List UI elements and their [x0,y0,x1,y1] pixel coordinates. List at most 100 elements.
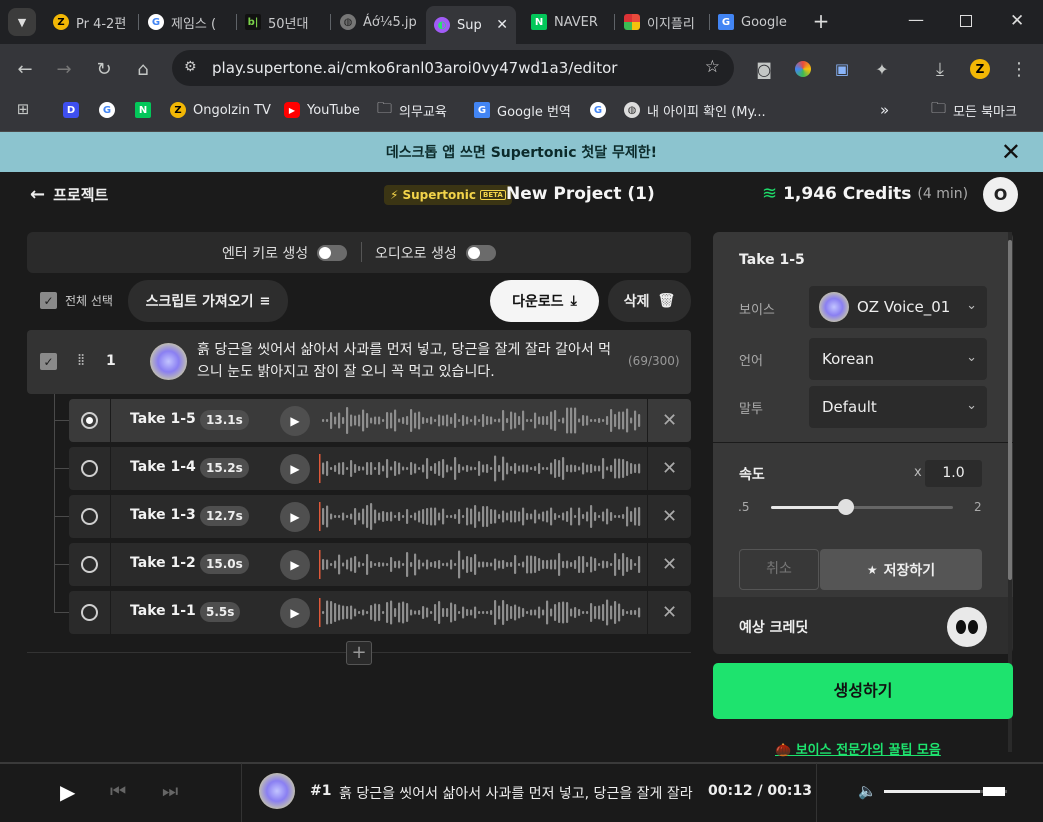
reload-icon[interactable]: ↻ [92,57,116,81]
add-take-button[interactable]: + [346,641,372,665]
take-play-button[interactable]: ▶ [280,550,310,580]
profile-zeta-icon[interactable]: Z [968,57,992,81]
bookmark-item[interactable]: 🗀 의무교육 [377,99,447,120]
take-row[interactable]: Take 1-3 12.7s ▶ ✕ [69,495,691,538]
import-script-button[interactable]: 스크립트 가져오기 ≡ [128,280,288,322]
bookmark-item[interactable]: Z Ongolzin TV [170,100,271,120]
promo-banner[interactable]: 데스크톱 앱 쓰면 Supertonic 첫달 무제한! ✕ [0,132,1043,172]
take-play-button[interactable]: ▶ [280,502,310,532]
new-tab-button[interactable]: + [810,10,832,32]
all-bookmarks[interactable]: 🗀 모든 북마크 [931,99,1017,120]
bookmarks-overflow-icon[interactable]: » [880,100,889,120]
play-icon[interactable]: ▶ [60,780,75,804]
take-radio[interactable] [81,460,98,477]
tips-link[interactable]: 🌰 보이스 전문가의 꿀팁 모음 [775,739,941,758]
take-row[interactable]: Take 1-1 5.5s ▶ ✕ [69,591,691,634]
script-text[interactable]: 흙 당근을 씻어서 삶아서 사과를 먼저 넣고, 당근을 잘게 잘라 갈아서 먹… [197,339,621,383]
take-radio[interactable] [81,412,98,429]
download-icon[interactable]: ⤓ [928,57,952,81]
take-play-button[interactable]: ▶ [280,406,310,436]
maximize-icon[interactable] [960,15,972,27]
remove-take-icon[interactable]: ✕ [647,591,691,634]
apps-grid-icon[interactable]: ⊞ [11,97,35,121]
close-tab-icon[interactable]: ✕ [496,17,508,33]
home-icon[interactable]: ⌂ [131,57,155,81]
back-to-projects[interactable]: ← 프로젝트 [30,184,108,205]
remove-take-icon[interactable]: ✕ [647,399,691,442]
take-waveform[interactable] [319,596,645,629]
generate-button[interactable]: 생성하기 [713,663,1013,719]
bookmark-star-icon[interactable]: ☆ [705,57,720,77]
browser-tab[interactable]: G 제임스 ( [148,8,228,36]
take-waveform[interactable] [319,548,645,581]
volume-slider[interactable] [884,787,1007,796]
browser-tab[interactable]: Z Pr 4-2편 [53,8,131,36]
select-all[interactable]: ✓ 전체 선택 [40,292,113,309]
remove-take-icon[interactable]: ✕ [647,447,691,490]
more-menu-icon[interactable]: ⋮ [1007,57,1031,81]
take-row[interactable]: Take 1-2 15.0s ▶ ✕ [69,543,691,586]
enter-generate-toggle[interactable] [317,245,348,261]
take-waveform[interactable] [319,500,645,533]
bookmark-item[interactable]: D [63,100,79,120]
volume-slider-thumb[interactable] [982,787,1005,796]
speed-slider-thumb[interactable] [837,499,854,515]
tab-search-button[interactable]: ▼ [8,8,36,36]
take-waveform[interactable] [319,404,645,437]
voice-select[interactable]: OZ Voice_01 ⌄ [809,286,987,328]
browser-tab[interactable]: G Google [718,8,800,36]
bookmark-item[interactable]: G [99,100,115,120]
volume-icon[interactable]: 🔈 [858,782,877,800]
browser-tab[interactable]: b| 50년대 [245,8,323,36]
browser-tab[interactable]: ◍ Áớ¼5.jp [340,8,418,36]
tone-select[interactable]: Default ⌄ [809,386,987,428]
bookmark-item[interactable]: N [135,100,151,120]
audio-generate-toggle[interactable] [465,245,496,261]
voice-avatar[interactable] [150,343,187,380]
take-play-button[interactable]: ▶ [280,454,310,484]
bookmark-item[interactable]: G [590,100,606,120]
take-row[interactable]: Take 1-5 13.1s ▶ ✕ [69,399,691,442]
save-button[interactable]: ★ 저장하기 [820,549,982,590]
close-window-icon[interactable]: ✕ [1010,11,1024,31]
close-banner-icon[interactable]: ✕ [1001,138,1021,166]
take-radio[interactable] [81,508,98,525]
forward-arrow-icon[interactable]: → [52,57,76,81]
download-button[interactable]: 다운로드 ⤓ [490,280,599,322]
speed-input[interactable]: 1.0 [925,460,982,487]
bookmark-item[interactable]: ◍ 내 아이피 확인 (My... [624,100,766,120]
bookmark-item[interactable]: ▶ YouTube [284,100,360,120]
drag-handle-icon[interactable]: ⁞⁞ [77,350,85,369]
browser-tab-active[interactable]: ◐ Sup ✕ [426,6,516,44]
take-play-button[interactable]: ▶ [280,598,310,628]
remove-take-icon[interactable]: ✕ [647,543,691,586]
extensions-puzzle-icon[interactable]: ✦ [870,57,894,81]
language-select[interactable]: Korean ⌄ [809,338,987,380]
bookmark-item[interactable]: G Google 번역 [474,100,571,120]
browser-tab[interactable]: N NAVER [531,8,613,36]
take-radio[interactable] [81,604,98,621]
browser-tab[interactable]: 이지플리 [624,8,702,36]
cancel-button[interactable]: 취소 [739,549,819,590]
take-row[interactable]: Take 1-4 15.2s ▶ ✕ [69,447,691,490]
previous-icon[interactable]: ⏮ [110,781,126,802]
color-wheel-extension-icon[interactable] [791,57,815,81]
project-title[interactable]: New Project (1) [506,184,655,204]
remove-take-icon[interactable]: ✕ [647,495,691,538]
panel-scrollbar[interactable] [1008,240,1012,580]
checkbox-icon[interactable]: ✓ [40,292,57,309]
audio-generate-option[interactable]: 오디오로 생성 [375,243,496,263]
take-waveform[interactable] [319,452,645,485]
next-icon[interactable]: ⏭ [162,781,178,802]
take-radio[interactable] [81,556,98,573]
script-checkbox[interactable]: ✓ [40,353,57,370]
speed-slider[interactable] [771,499,953,515]
back-arrow-icon[interactable]: ← [13,57,37,81]
delete-button[interactable]: 삭제 🗑 [608,280,691,322]
camera-icon[interactable]: ◙ [752,57,776,81]
script-row[interactable]: ✓ ⁞⁞ 1 흙 당근을 씻어서 삶아서 사과를 먼저 넣고, 당근을 잘게 잘… [27,330,691,394]
minimize-icon[interactable]: — [908,10,924,29]
avatar[interactable]: O [983,177,1018,212]
copy-extension-icon[interactable]: ▣ [830,57,854,81]
address-bar[interactable]: ⚙ play.supertone.ai/cmko6ranl03aroi0vy47… [172,50,734,86]
